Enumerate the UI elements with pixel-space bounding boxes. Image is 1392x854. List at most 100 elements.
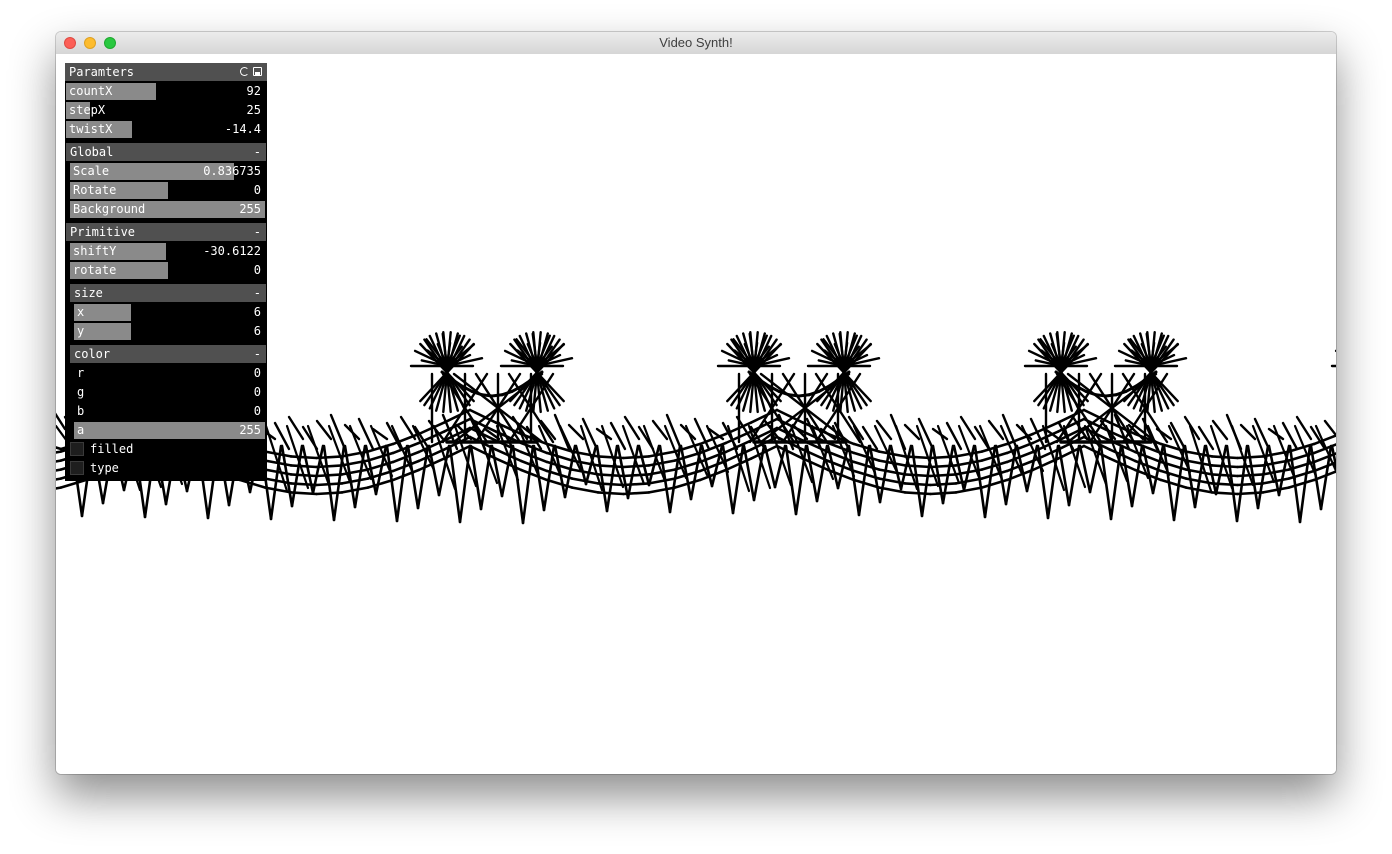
pattern-stroke [519, 468, 549, 482]
slider-size-y[interactable]: y 6 [74, 323, 265, 340]
slider-size-x[interactable]: x 6 [74, 304, 265, 321]
toggle-filled[interactable]: filled [66, 441, 265, 458]
pattern-stroke [511, 444, 525, 525]
pattern-stroke [553, 444, 567, 499]
pattern-stroke [721, 444, 735, 515]
pattern-stroke [315, 419, 333, 441]
slider-shiftY[interactable]: shiftY -30.6122 [70, 243, 265, 260]
pattern-stroke [647, 486, 677, 494]
slider-label: countX [69, 84, 113, 98]
slider-rotate[interactable]: Rotate 0 [70, 182, 265, 199]
title-bar: Video Synth! [56, 32, 1336, 55]
pattern-stroke [929, 491, 958, 496]
slider-color-g[interactable]: g 0 [74, 384, 265, 401]
slider-color-r[interactable]: r 0 [74, 365, 265, 382]
pattern-stroke [973, 444, 987, 519]
pattern-stroke [329, 413, 347, 451]
panel-title: Paramters [69, 65, 135, 79]
pattern-stroke [385, 444, 399, 523]
pattern-stroke [1210, 482, 1239, 487]
slider-label: stepX [69, 103, 106, 117]
group-title: Global [70, 145, 114, 159]
pattern-stroke [1120, 444, 1134, 508]
pattern-stroke [1159, 469, 1188, 480]
slider-value: 92 [246, 84, 261, 98]
slider-label: Scale [73, 164, 110, 178]
pattern-stroke [340, 486, 370, 494]
slider-value: 255 [239, 202, 261, 216]
slider-color-b[interactable]: b 0 [74, 403, 265, 420]
slider-label: twistX [69, 122, 113, 136]
pattern-stroke [826, 444, 840, 490]
pattern-stroke [289, 464, 318, 469]
pattern-stroke [366, 478, 395, 489]
pattern-stroke [357, 417, 375, 451]
pattern-stroke [1183, 444, 1197, 509]
checkbox[interactable] [70, 442, 84, 456]
pattern-stroke [374, 444, 388, 496]
pattern-stroke [553, 413, 571, 451]
slider-label: a [77, 423, 85, 437]
slider-scale[interactable]: Scale 0.836735 [70, 163, 265, 180]
slider-value: 255 [239, 423, 261, 437]
slider-twistX[interactable]: twistX -14.4 [66, 121, 265, 138]
pattern-stroke [391, 468, 421, 482]
panel-header[interactable]: Paramters [65, 63, 267, 81]
pattern-stroke [1225, 413, 1243, 451]
slider-value: -30.6122 [203, 244, 261, 258]
slider-value: 0 [253, 404, 261, 418]
slider-value: 0.836735 [203, 164, 261, 178]
slider-value: 0 [253, 183, 261, 197]
group-header-global[interactable]: Global - [66, 143, 266, 161]
checkbox[interactable] [70, 461, 84, 475]
slider-primitive-rotate[interactable]: rotate 0 [70, 262, 265, 279]
collapse-toggle[interactable]: - [254, 223, 261, 241]
group-header-color[interactable]: color - [70, 345, 266, 363]
pattern-stroke [315, 464, 344, 469]
slider-value: 0 [253, 263, 261, 277]
save-icon[interactable] [253, 67, 262, 76]
group-header-size[interactable]: size - [70, 284, 266, 302]
pattern-stroke [721, 421, 739, 451]
slider-value: -14.4 [224, 122, 261, 136]
toggle-type[interactable]: type [66, 460, 265, 477]
parameters-panel: Paramters countX 92 stepX 25 twistX -14.… [65, 63, 267, 481]
pattern-stroke [1261, 486, 1290, 494]
slider-label: r [77, 366, 85, 380]
pattern-stroke [353, 444, 367, 509]
pattern-stroke [289, 455, 318, 460]
pattern-stroke [616, 444, 630, 500]
pattern-stroke [784, 444, 798, 516]
slider-label: b [77, 404, 85, 418]
window-title: Video Synth! [659, 35, 733, 50]
toggle-label: filled [90, 442, 134, 456]
pattern-stroke [1210, 473, 1239, 478]
pattern-stroke [59, 478, 88, 489]
slider-value: 0 [253, 366, 261, 380]
pattern-stroke [1204, 444, 1218, 496]
pattern-stroke [1130, 444, 1144, 508]
slider-countX[interactable]: countX 92 [66, 83, 265, 100]
slider-value: 25 [246, 103, 261, 117]
slider-color-a[interactable]: a 255 [74, 422, 265, 439]
pattern-stroke [340, 477, 370, 485]
toggle-label: type [90, 461, 119, 475]
collapse-toggle[interactable]: - [254, 284, 261, 302]
pattern-stroke [56, 412, 67, 431]
pattern-stroke [665, 413, 683, 451]
pattern-stroke [679, 444, 693, 501]
collapse-toggle[interactable]: - [254, 143, 261, 161]
pattern-stroke [954, 486, 984, 494]
collapse-toggle[interactable]: - [254, 345, 261, 363]
group-header-primitive[interactable]: Primitive - [66, 223, 266, 241]
pattern-stroke [980, 469, 1009, 480]
pattern-stroke [651, 419, 669, 441]
pattern-stroke [647, 477, 677, 485]
pattern-stroke [815, 444, 829, 503]
reload-icon[interactable] [240, 67, 249, 76]
pattern-stroke [868, 444, 882, 504]
pattern-stroke [448, 444, 462, 524]
pattern-stroke [581, 417, 599, 451]
slider-stepX[interactable]: stepX 25 [66, 102, 265, 119]
slider-background[interactable]: Background 255 [70, 201, 265, 218]
